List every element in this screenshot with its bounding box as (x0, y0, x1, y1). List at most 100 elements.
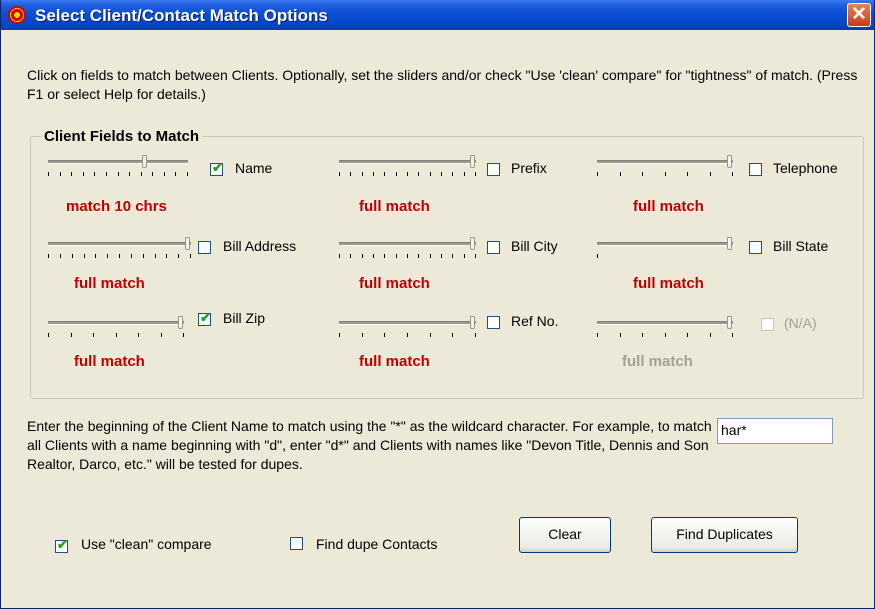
instructions-text: Click on fields to match between Clients… (27, 67, 858, 102)
slider-tick (129, 172, 130, 176)
prefix-match-level: full match (359, 198, 430, 215)
slider-tick (118, 172, 119, 176)
name-slider[interactable] (45, 155, 190, 177)
bill-state-match-level: full match (633, 275, 704, 292)
bill-zip-slider[interactable] (45, 316, 195, 338)
slider-tick (141, 172, 142, 176)
find-dupe-contacts-label: Find dupe Contacts (316, 536, 438, 552)
telephone-slider[interactable] (594, 155, 744, 177)
checkmark-icon: ✔ (212, 160, 223, 175)
slider-tick (350, 172, 351, 176)
slider-tick (441, 172, 442, 176)
bill-address-checkbox[interactable] (198, 241, 211, 254)
bill-state-checkbox[interactable] (749, 241, 762, 254)
slider-tick (48, 172, 49, 176)
match-options-dialog: Select Client/Contact Match Options ✕ Cl… (0, 0, 875, 609)
ref-no-label: Ref No. (511, 313, 559, 329)
slider-tick (190, 254, 191, 258)
slider-tick (620, 172, 621, 176)
slider-tick (93, 333, 94, 337)
slider-thumb[interactable] (185, 237, 190, 250)
slider-tick (362, 172, 363, 176)
slider-tick (452, 172, 453, 176)
title-bar[interactable]: Select Client/Contact Match Options ✕ (1, 0, 874, 30)
clear-button[interactable]: Clear (519, 517, 611, 553)
slider-tick (687, 333, 688, 337)
bill-city-slider[interactable] (336, 237, 486, 259)
prefix-checkbox[interactable] (487, 163, 500, 176)
bill-zip-label: Bill Zip (223, 310, 266, 326)
ref-no-checkbox[interactable] (487, 316, 500, 329)
client-name-wildcard-input[interactable]: har* (717, 418, 833, 444)
slider-tick (642, 172, 643, 176)
slider-tick (665, 172, 666, 176)
group-title: Client Fields to Match (41, 128, 203, 145)
slider-tick (166, 254, 167, 258)
bill-state-slider[interactable] (594, 237, 744, 259)
slider-thumb[interactable] (470, 316, 475, 329)
name-match-level: match 10 chrs (66, 198, 167, 215)
slider-tick (155, 254, 156, 258)
slider-tick (339, 172, 340, 176)
bill-address-match-level: full match (74, 275, 145, 292)
slider-tick (687, 172, 688, 176)
telephone-match-level: full match (633, 198, 704, 215)
slider-tick (71, 333, 72, 337)
slider-tick (407, 172, 408, 176)
find-duplicates-button[interactable]: Find Duplicates (651, 517, 798, 553)
prefix-label: Prefix (511, 160, 547, 176)
slider-tick (475, 172, 476, 176)
slider-thumb[interactable] (470, 155, 475, 168)
slider-thumb[interactable] (178, 316, 183, 329)
slider-thumb[interactable] (727, 316, 732, 329)
slider-tick (373, 254, 374, 258)
slider-tick (60, 172, 61, 176)
na-slider (594, 316, 744, 338)
slider-ticks (48, 172, 188, 177)
slider-tick (464, 254, 465, 258)
slider-tick (418, 254, 419, 258)
prefix-slider[interactable] (336, 155, 486, 177)
slider-ticks (339, 333, 476, 338)
slider-tick (138, 333, 139, 337)
slider-tick (407, 333, 408, 337)
slider-thumb[interactable] (470, 237, 475, 250)
slider-tick (396, 254, 397, 258)
slider-tick (362, 254, 363, 258)
slider-tick (418, 172, 419, 176)
ref-no-slider[interactable] (336, 316, 486, 338)
find-dupe-contacts-checkbox[interactable] (290, 537, 303, 550)
slider-tick (131, 254, 132, 258)
slider-thumb[interactable] (727, 155, 732, 168)
slider-tick (48, 333, 49, 337)
slider-tick (339, 254, 340, 258)
slider-tick (396, 172, 397, 176)
slider-tick (183, 333, 184, 337)
slider-thumb[interactable] (142, 155, 147, 168)
slider-tick (48, 254, 49, 258)
slider-tick (94, 172, 95, 176)
telephone-checkbox[interactable] (749, 163, 762, 176)
na-match-level: full match (622, 353, 693, 370)
bill-city-checkbox[interactable] (487, 241, 500, 254)
slider-tick (164, 172, 165, 176)
slider-tick (475, 254, 476, 258)
slider-thumb[interactable] (727, 237, 732, 250)
slider-tick (83, 172, 84, 176)
close-button[interactable]: ✕ (847, 3, 871, 27)
slider-tick (732, 333, 733, 337)
bill-city-label: Bill City (511, 238, 558, 254)
slider-ticks (597, 254, 733, 259)
app-icon (8, 6, 26, 24)
slider-tick (107, 254, 108, 258)
bill-zip-match-level: full match (74, 353, 145, 370)
slider-tick (441, 254, 442, 258)
name-checkbox[interactable]: ✔ (210, 160, 223, 176)
telephone-label: Telephone (773, 160, 838, 176)
bill-zip-checkbox[interactable]: ✔ (198, 310, 211, 326)
slider-tick (620, 333, 621, 337)
clean-compare-checkbox[interactable]: ✔ (55, 537, 68, 553)
bill-address-slider[interactable] (45, 237, 195, 259)
slider-tick (430, 172, 431, 176)
slider-tick (373, 172, 374, 176)
